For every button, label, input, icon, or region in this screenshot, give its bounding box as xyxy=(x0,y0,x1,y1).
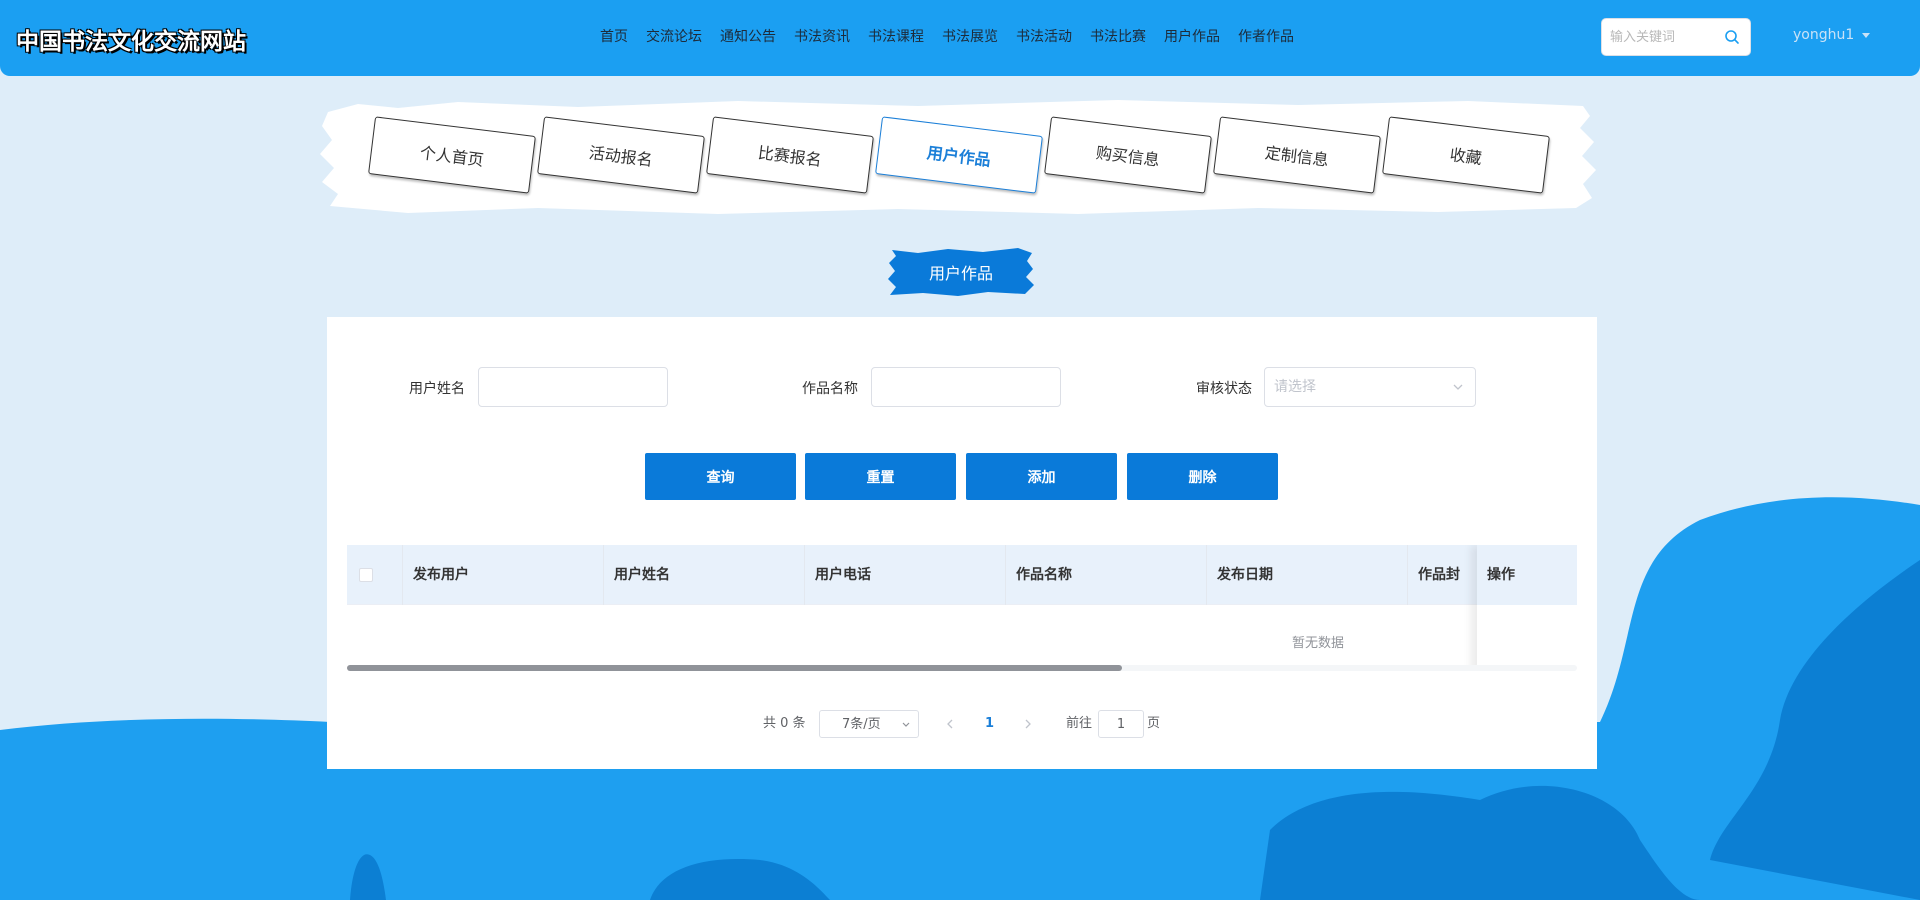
chevron-left-icon xyxy=(947,719,953,729)
page-size-select[interactable]: 7条/页 xyxy=(819,710,919,738)
work-name-label: 作品名称 xyxy=(802,381,858,397)
empty-table-text: 暂无数据 xyxy=(1292,636,1345,651)
page-suffix-label: 页 xyxy=(1147,716,1161,731)
prev-page-button[interactable] xyxy=(945,710,959,738)
works-table: 发布用户 用户姓名 用户电话 作品名称 发布日期 作品封 暂无数据 操作 xyxy=(347,545,1577,665)
nav-item-exhibitions[interactable]: 书法展览 xyxy=(942,26,998,46)
page-size-value: 7条/页 xyxy=(842,717,881,732)
chevron-down-icon xyxy=(902,722,910,727)
col-publish-date: 发布日期 xyxy=(1207,545,1408,605)
select-all-checkbox[interactable] xyxy=(359,568,373,582)
review-status-placeholder: 请选择 xyxy=(1274,379,1316,395)
goto-label: 前往 xyxy=(1066,716,1093,731)
tab-strip: 个人首页 活动报名 比赛报名 用户作品 购买信息 定制信息 收藏 xyxy=(318,98,1598,216)
chevron-right-icon xyxy=(1025,719,1031,729)
section-title: 用户作品 xyxy=(888,247,1034,297)
nav-item-activities[interactable]: 书法活动 xyxy=(1016,26,1072,46)
section-title-text: 用户作品 xyxy=(928,264,993,283)
nav-item-forum[interactable]: 交流论坛 xyxy=(646,26,702,46)
chevron-down-icon xyxy=(1453,384,1463,390)
total-count: 共 0 条 xyxy=(763,716,806,731)
col-work-name: 作品名称 xyxy=(1006,545,1207,605)
work-name-input[interactable] xyxy=(871,367,1061,407)
table-header: 发布用户 用户姓名 用户电话 作品名称 发布日期 作品封 xyxy=(347,545,1577,605)
search-input[interactable] xyxy=(1610,19,1720,55)
nav-item-user-works[interactable]: 用户作品 xyxy=(1164,26,1220,46)
query-button[interactable]: 查询 xyxy=(645,453,796,500)
search-icon[interactable] xyxy=(1724,29,1740,45)
nav-item-author-works[interactable]: 作者作品 xyxy=(1238,26,1294,46)
pagination: 共 0 条 7条/页 1 前往 1 页 xyxy=(327,710,1597,740)
delete-button[interactable]: 删除 xyxy=(1127,453,1278,500)
review-status-select[interactable]: 请选择 xyxy=(1264,367,1476,407)
add-button[interactable]: 添加 xyxy=(966,453,1117,500)
nav-item-notices[interactable]: 通知公告 xyxy=(720,26,776,46)
nav-item-news[interactable]: 书法资讯 xyxy=(794,26,850,46)
nav-item-courses[interactable]: 书法课程 xyxy=(868,26,924,46)
top-navbar: 中国书法文化交流网站 首页 交流论坛 通知公告 书法资讯 书法课程 书法展览 书… xyxy=(0,0,1920,76)
site-title[interactable]: 中国书法文化交流网站 xyxy=(16,22,246,56)
username: yonghu1 xyxy=(1793,27,1855,43)
col-user-name: 用户姓名 xyxy=(604,545,805,605)
nav-item-competitions[interactable]: 书法比赛 xyxy=(1090,26,1146,46)
col-user-phone: 用户电话 xyxy=(805,545,1006,605)
scrollbar-thumb[interactable] xyxy=(347,665,1122,671)
user-name-label: 用户姓名 xyxy=(409,381,465,397)
user-name-input[interactable] xyxy=(478,367,668,407)
page-number-current[interactable]: 1 xyxy=(985,710,994,738)
content-panel: 用户姓名 作品名称 审核状态 请选择 查询 重置 添加 删除 发布用户 用户姓名… xyxy=(327,317,1597,769)
user-menu[interactable]: yonghu1 xyxy=(1793,27,1871,43)
reset-button[interactable]: 重置 xyxy=(805,453,956,500)
col-publisher: 发布用户 xyxy=(403,545,604,605)
search-box xyxy=(1601,18,1751,56)
select-all-cell xyxy=(347,545,403,605)
nav-item-home[interactable]: 首页 xyxy=(600,26,628,46)
review-status-label: 审核状态 xyxy=(1196,381,1252,397)
chevron-down-icon xyxy=(1862,32,1871,38)
col-actions: 操作 xyxy=(1477,545,1577,605)
main-nav: 首页 交流论坛 通知公告 书法资讯 书法课程 书法展览 书法活动 书法比赛 用户… xyxy=(600,26,1312,46)
next-page-button[interactable] xyxy=(1023,710,1037,738)
table-horizontal-scrollbar[interactable] xyxy=(347,665,1577,671)
actions-column: 操作 xyxy=(1477,545,1577,665)
goto-page-input[interactable]: 1 xyxy=(1098,710,1144,738)
